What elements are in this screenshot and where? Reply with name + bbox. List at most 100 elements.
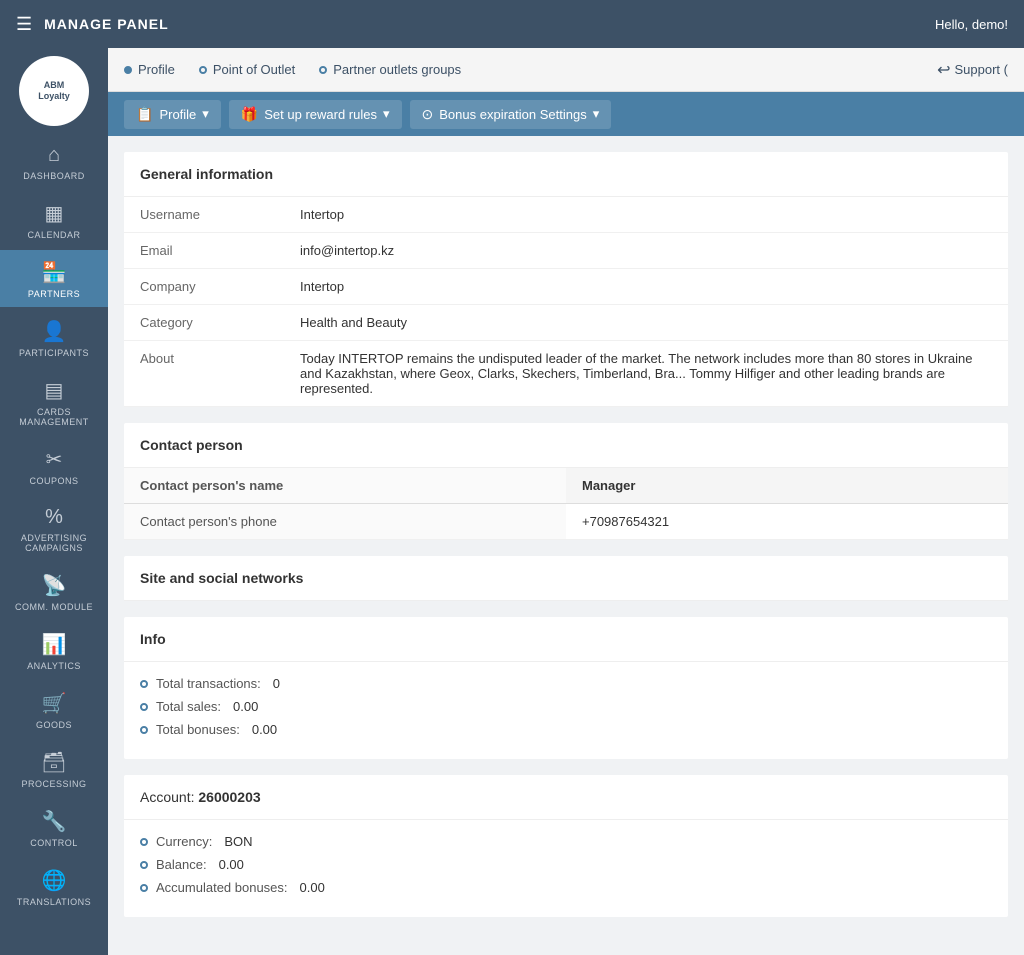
bonus-chevron-icon: ▾ <box>593 106 600 122</box>
setup-action-btn[interactable]: 🎁 Set up reward rules ▾ <box>229 100 402 129</box>
sidebar-label-participants: PARTICIPANTS <box>19 348 89 358</box>
profile-action-label: Profile <box>159 107 196 122</box>
goods-icon: 🛒 <box>42 691 67 716</box>
analytics-icon: 📊 <box>42 632 67 657</box>
list-item: Total sales: 0.00 <box>140 699 992 714</box>
coupons-icon: ✂ <box>46 447 63 472</box>
sidebar-label-control: CONTROL <box>30 838 78 848</box>
hamburger-icon[interactable]: ☰ <box>16 14 32 35</box>
translations-icon: 🌐 <box>42 868 67 893</box>
support-link[interactable]: ↩ Support ( <box>937 60 1008 80</box>
sidebar-label-translations: TRANSLATIONS <box>17 897 91 907</box>
processing-icon: 🗃 <box>41 750 66 775</box>
sidebar-item-control[interactable]: 🔧 CONTROL <box>0 799 108 856</box>
sidebar-item-analytics[interactable]: 📊 ANALYTICS <box>0 622 108 679</box>
sidebar-item-comm[interactable]: 📡 COMM. MODULE <box>0 563 108 620</box>
top-bar: ☰ MANAGE PANEL Hello, demo! <box>0 0 1024 48</box>
currency-label: Currency: <box>156 834 212 849</box>
email-label: Email <box>124 233 284 269</box>
sec-nav-profile-label: Profile <box>138 62 175 77</box>
sec-nav-point-of-outlet-label: Point of Outlet <box>213 62 295 77</box>
bullet-icon <box>140 838 148 846</box>
sidebar-item-cards[interactable]: ▤ CARDS MANAGEMENT <box>0 368 108 435</box>
list-item: Balance: 0.00 <box>140 857 992 872</box>
sec-nav-point-of-outlet[interactable]: Point of Outlet <box>199 62 295 77</box>
info-list: Total transactions: 0 Total sales: 0.00 … <box>124 662 1008 759</box>
bonus-action-btn[interactable]: ⊙ Bonus expiration Settings ▾ <box>410 100 612 129</box>
sidebar-item-dashboard[interactable]: ⌂ DASHBOARD <box>0 134 108 189</box>
app-title: MANAGE PANEL <box>44 16 169 32</box>
total-sales-label: Total sales: <box>156 699 221 714</box>
sidebar-item-calendar[interactable]: ▦ CALENDAR <box>0 191 108 248</box>
sidebar-label-calendar: CALENDAR <box>27 230 80 240</box>
list-item: Currency: BON <box>140 834 992 849</box>
sidebar: ABMLoyalty ⌂ DASHBOARD ▦ CALENDAR 🏪 PART… <box>0 48 108 955</box>
participants-icon: 👤 <box>42 319 67 344</box>
sidebar-label-cards: CARDS MANAGEMENT <box>4 407 104 427</box>
profile-action-btn[interactable]: 📋 Profile ▾ <box>124 100 221 129</box>
total-bonuses-value: 0.00 <box>252 722 277 737</box>
partners-icon: 🏪 <box>42 260 67 285</box>
profile-chevron-icon: ▾ <box>202 106 209 122</box>
account-info-list: Currency: BON Balance: 0.00 Accumulated … <box>124 820 1008 917</box>
bullet-icon <box>140 680 148 688</box>
list-item: Accumulated bonuses: 0.00 <box>140 880 992 895</box>
sidebar-item-participants[interactable]: 👤 PARTICIPANTS <box>0 309 108 366</box>
action-bar: 📋 Profile ▾ 🎁 Set up reward rules ▾ ⊙ Bo… <box>108 92 1024 136</box>
table-row: Contact person's phone +70987654321 <box>124 504 1008 540</box>
table-row: Email info@intertop.kz <box>124 233 1008 269</box>
balance-label: Balance: <box>156 857 207 872</box>
sidebar-item-advertising[interactable]: % ADVERTISING CAMPAIGNS <box>0 496 108 561</box>
currency-value: BON <box>224 834 252 849</box>
contact-phone-label: Contact person's phone <box>124 504 566 540</box>
sidebar-item-partners[interactable]: 🏪 PARTNERS <box>0 250 108 307</box>
sidebar-label-partners: PARTNERS <box>28 289 80 299</box>
info-card: Info Total transactions: 0 Total sales: … <box>124 617 1008 759</box>
table-row: Contact person's name Manager <box>124 468 1008 504</box>
account-card: Account: 26000203 Currency: BON Balance: <box>124 775 1008 917</box>
content-area: Profile Point of Outlet Partner outlets … <box>108 48 1024 955</box>
balance-value: 0.00 <box>219 857 244 872</box>
logo-text: ABMLoyalty <box>38 80 70 102</box>
sidebar-nav: ⌂ DASHBOARD ▦ CALENDAR 🏪 PARTNERS 👤 PART… <box>0 134 108 915</box>
sidebar-item-goods[interactable]: 🛒 GOODS <box>0 681 108 738</box>
sidebar-label-advertising: ADVERTISING CAMPAIGNS <box>4 533 104 553</box>
cards-icon: ▤ <box>45 378 64 403</box>
support-icon: ↩ <box>937 60 950 80</box>
info-header: Info <box>124 617 1008 662</box>
accumulated-bonuses-value: 0.00 <box>300 880 325 895</box>
dashboard-icon: ⌂ <box>48 144 60 167</box>
profile-action-icon: 📋 <box>136 106 153 123</box>
sidebar-label-analytics: ANALYTICS <box>27 661 81 671</box>
sidebar-label-goods: GOODS <box>36 720 72 730</box>
table-row: About Today INTERTOP remains the undispu… <box>124 341 1008 407</box>
contact-person-header: Contact person <box>124 423 1008 468</box>
bonus-action-label: Bonus expiration Settings <box>439 107 586 122</box>
accumulated-bonuses-label: Accumulated bonuses: <box>156 880 288 895</box>
bullet-icon <box>140 726 148 734</box>
sidebar-label-processing: PROCESSING <box>21 779 86 789</box>
bullet-icon <box>140 861 148 869</box>
bullet-icon <box>140 884 148 892</box>
site-social-header: Site and social networks <box>124 556 1008 601</box>
username-label: Username <box>124 197 284 233</box>
sec-nav-partner-outlets-groups[interactable]: Partner outlets groups <box>319 62 461 77</box>
sidebar-label-comm: COMM. MODULE <box>15 602 93 612</box>
general-info-header: General information <box>124 152 1008 197</box>
table-row: Category Health and Beauty <box>124 305 1008 341</box>
point-of-outlet-dot <box>199 66 207 74</box>
sec-nav-partner-outlets-label: Partner outlets groups <box>333 62 461 77</box>
support-label: Support ( <box>955 62 1008 77</box>
sidebar-item-translations[interactable]: 🌐 TRANSLATIONS <box>0 858 108 915</box>
category-value: Health and Beauty <box>284 305 1008 341</box>
comm-icon: 📡 <box>42 573 67 598</box>
sidebar-item-coupons[interactable]: ✂ COUPONS <box>0 437 108 494</box>
sec-nav-profile[interactable]: Profile <box>124 62 175 77</box>
table-row: Company Intertop <box>124 269 1008 305</box>
company-value: Intertop <box>284 269 1008 305</box>
sidebar-label-coupons: COUPONS <box>29 476 78 486</box>
sidebar-item-processing[interactable]: 🗃 PROCESSING <box>0 740 108 797</box>
account-title-label: Account: <box>140 789 194 805</box>
contact-person-card: Contact person Contact person's name Man… <box>124 423 1008 540</box>
contact-value-header: Manager <box>566 468 1008 504</box>
